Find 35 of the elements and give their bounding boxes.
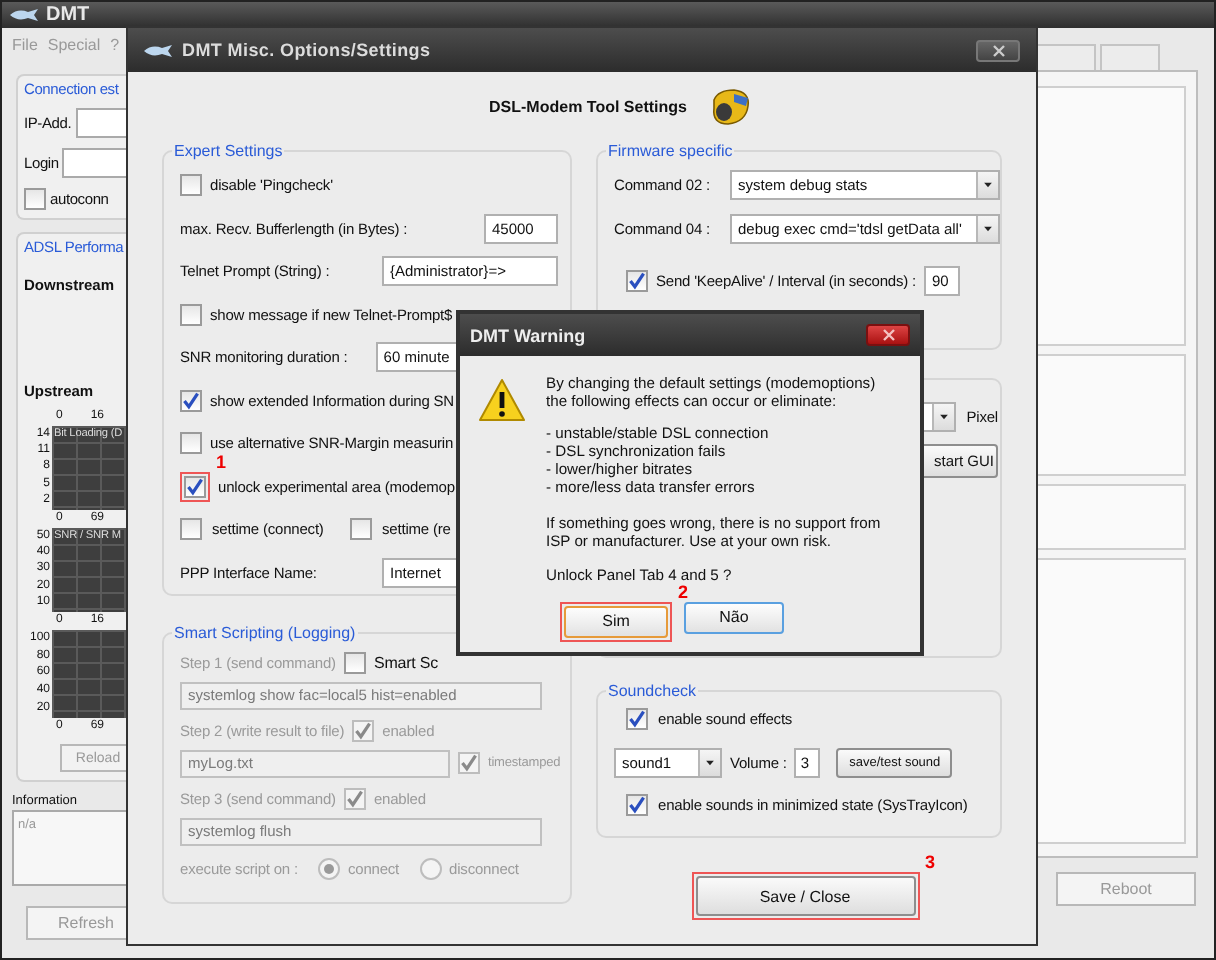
checkbox[interactable] <box>24 188 46 210</box>
fish-icon <box>144 43 172 57</box>
checkbox[interactable] <box>180 518 202 541</box>
checkbox[interactable] <box>626 269 648 291</box>
fish-icon <box>10 8 38 22</box>
window-title: DMT <box>46 2 90 28</box>
close-icon <box>881 328 895 342</box>
checkbox[interactable] <box>180 174 202 197</box>
dialog-heading: DSL-Modem Tool Settings <box>489 98 687 116</box>
close-button[interactable] <box>976 39 1020 61</box>
group-title: Soundcheck <box>606 682 699 700</box>
dialog-title: DMT Warning <box>470 325 586 345</box>
input-field[interactable] <box>62 148 128 178</box>
close-icon <box>991 43 1005 57</box>
annotation-number: 3 <box>924 852 935 872</box>
tab[interactable] <box>1036 44 1096 70</box>
checkbox[interactable] <box>626 794 648 817</box>
group-title: Expert Settings <box>172 142 285 160</box>
checkbox[interactable] <box>350 518 372 541</box>
dialog-title: DMT Misc. Options/Settings <box>182 40 431 60</box>
save-close-button[interactable]: Save / Close <box>695 876 915 916</box>
checkbox[interactable] <box>180 389 202 412</box>
checkbox[interactable] <box>180 303 202 326</box>
close-button[interactable] <box>866 324 910 346</box>
dialog-button[interactable]: Sim <box>564 605 668 638</box>
group-title: Firmware specific <box>606 142 735 160</box>
checkbox[interactable] <box>626 708 648 731</box>
annotation-number: 2 <box>677 581 688 602</box>
warning-icon <box>478 378 526 422</box>
annotation-number: 1 <box>215 451 226 472</box>
group-title: Smart Scripting (Logging) <box>172 624 358 642</box>
input-field[interactable] <box>75 108 128 138</box>
checkbox[interactable] <box>180 432 202 455</box>
option-label: Smart Sc <box>373 654 439 672</box>
dialog-button[interactable]: Não <box>684 601 784 634</box>
